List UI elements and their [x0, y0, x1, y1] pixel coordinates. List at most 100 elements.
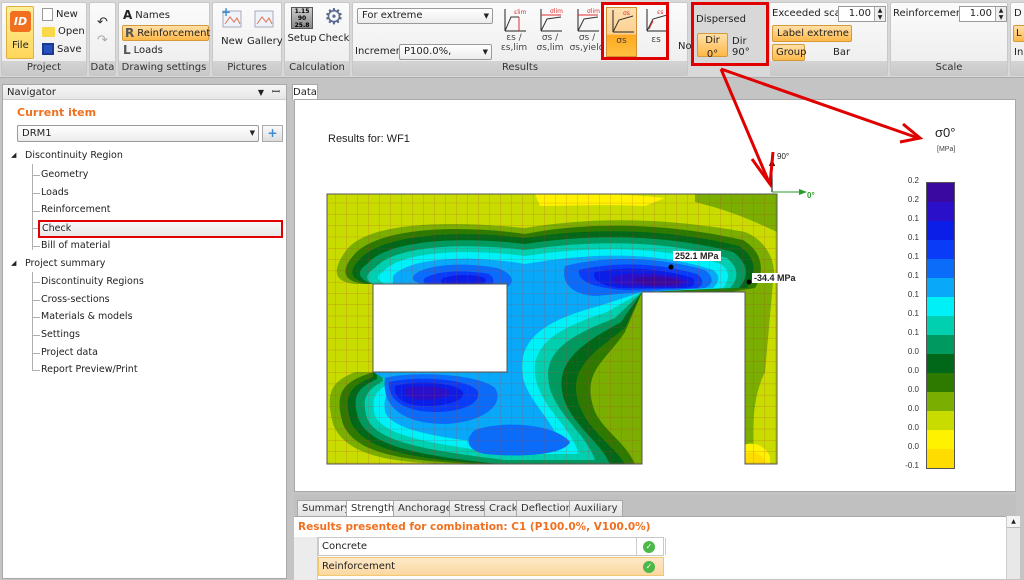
tree-discontinuity-region[interactable]: Discontinuity Region: [25, 150, 123, 161]
tree-item-geometry[interactable]: Geometry: [41, 169, 88, 180]
undo-icon[interactable]: ↶: [97, 15, 108, 30]
tab-label: Crack: [489, 503, 518, 514]
table-row-reinforcement[interactable]: Reinforcement ✓: [318, 557, 664, 576]
tree-project-summary[interactable]: Project summary: [25, 258, 105, 269]
pin-icon[interactable]: ꟷ: [272, 85, 280, 100]
setup-icon: 1.15 90 25.8: [291, 7, 313, 29]
reinforcement-icon: R: [125, 26, 135, 40]
names-icon: A: [123, 8, 133, 22]
clipped-button[interactable]: L: [1013, 25, 1024, 42]
expand-triangle-icon[interactable]: ◢: [11, 259, 16, 267]
setup-button[interactable]: 1.15 90 25.8 Setup: [287, 7, 317, 44]
clipped-bottom-label: In: [1014, 47, 1024, 58]
legend-tick-label: 0.0: [907, 385, 919, 394]
scale-reinforcement-input[interactable]: 1.00 ▲ ▼: [959, 6, 1007, 22]
open-project-button[interactable]: Open: [42, 26, 85, 37]
scroll-up-icon[interactable]: ▲: [1007, 516, 1020, 528]
open-label: Open: [58, 26, 85, 37]
tree-item-settings[interactable]: Settings: [41, 329, 80, 340]
names-toggle[interactable]: A Names: [123, 8, 170, 22]
axis-90-label: 90°: [777, 152, 790, 161]
spinner-arrows-icon[interactable]: ▲ ▼: [995, 7, 1006, 21]
expand-triangle-icon[interactable]: ◢: [11, 151, 16, 159]
tab-auxiliary[interactable]: Auxiliary: [569, 500, 623, 517]
row-label: Concrete: [322, 541, 368, 552]
group-button[interactable]: Group: [772, 44, 806, 61]
label-extreme-label: Label extreme: [777, 28, 849, 39]
highlight-dispersed-box: [691, 2, 769, 66]
ribbon: ID File New Open Save Project ↶ ↷ Data A…: [0, 0, 1024, 78]
label-extreme-button[interactable]: Label extreme: [772, 25, 852, 42]
save-label: Save: [57, 43, 82, 55]
legend-swatch: [927, 335, 954, 354]
table-row-concrete[interactable]: Concrete ✓: [318, 537, 666, 556]
new-picture-button[interactable]: + New: [218, 5, 246, 47]
scale-reinforcement-label: Reinforcement: [893, 8, 967, 19]
results-combination-title: Results presented for combination: C1 (P…: [298, 521, 651, 533]
clipped-group: D L In .: [1010, 2, 1024, 76]
tab-strength[interactable]: Strength: [346, 500, 400, 517]
check-button[interactable]: ⚙ Check: [318, 5, 350, 45]
result-mode-value: For extreme: [362, 10, 423, 21]
bar-button[interactable]: Bar: [833, 47, 850, 58]
svg-text:+: +: [221, 7, 231, 19]
legend-swatch: [927, 259, 954, 278]
legend-tick-label: 0.1: [907, 233, 919, 242]
tree-item-project-data[interactable]: Project data: [41, 347, 98, 358]
project-group-label: Project: [2, 61, 86, 75]
tree-item-check[interactable]: Check: [42, 223, 71, 234]
tab-data[interactable]: Data: [292, 84, 318, 100]
tab-anchorage[interactable]: Anchorage: [393, 500, 457, 517]
dropdown-icon[interactable]: ▼: [258, 85, 264, 100]
check-label: Check: [318, 33, 350, 44]
tab-deflection[interactable]: Deflection: [516, 500, 577, 517]
loads-toggle[interactable]: L Loads: [123, 43, 163, 57]
new-project-button[interactable]: New: [42, 8, 78, 21]
add-item-button[interactable]: +: [262, 125, 283, 142]
strength-tab-content: Results presented for combination: C1 (P…: [294, 516, 1008, 580]
gallery-button[interactable]: Gallery: [247, 7, 283, 47]
result-eps-ratio-button[interactable]: εlim εs / εs,lim: [497, 7, 531, 57]
loads-icon: L: [123, 43, 131, 57]
legend-swatch: [927, 183, 954, 202]
legend-swatch: [927, 411, 954, 430]
gear-icon: ⚙: [324, 5, 344, 30]
save-project-button[interactable]: Save: [42, 43, 82, 55]
tree-item-check-selected[interactable]: Check: [38, 220, 283, 238]
tree-item-loads[interactable]: Loads: [41, 187, 69, 198]
redo-icon[interactable]: ↷: [97, 33, 108, 48]
btn-line2: σs,lim: [536, 43, 564, 53]
spinner-arrows-icon[interactable]: ▲ ▼: [874, 7, 885, 21]
result-sigma-lim-button[interactable]: σlim σs / σs,lim: [533, 7, 567, 57]
drawing-settings-label: Drawing settings: [119, 61, 209, 75]
scale-reinforcement-value: 1.00: [969, 8, 992, 19]
tree-item-report-preview[interactable]: Report Preview/Print: [41, 364, 138, 375]
result-mode-select[interactable]: For extreme ▼: [357, 8, 493, 24]
increment-select[interactable]: P100.0%, V100.0% ▼: [399, 44, 492, 71]
row-label: Reinforcement: [322, 561, 396, 572]
legend-tick-label: 0.0: [907, 442, 919, 451]
tree-item-reinforcement[interactable]: Reinforcement: [41, 204, 110, 215]
stress-contour-plot[interactable]: [325, 192, 780, 465]
legend-swatch: [927, 354, 954, 373]
check-ok-icon: ✓: [643, 541, 655, 553]
results-for-label: Results for: WF1: [328, 133, 410, 145]
vertical-scrollbar[interactable]: ▲: [1006, 516, 1020, 579]
svg-text:εlim: εlim: [514, 9, 527, 16]
exceeded-scale-input[interactable]: 1.00 ▲ ▼: [838, 6, 886, 22]
legend-swatch: [927, 297, 954, 316]
axis-indicator: [769, 158, 807, 195]
tree-item-cross-sections[interactable]: Cross-sections: [41, 294, 110, 305]
tree-item-materials-models[interactable]: Materials & models: [41, 311, 133, 322]
max-stress-label: 252.1 MPa: [673, 251, 721, 261]
results-canvas[interactable]: Results for: WF1 252.1 MPa -34.4 MPa 90°…: [294, 99, 1016, 492]
tab-label: Deflection: [521, 503, 572, 514]
file-button[interactable]: ID File: [6, 6, 34, 59]
tree-item-bill-of-material[interactable]: Bill of material: [41, 240, 110, 251]
svg-text:σlim: σlim: [587, 8, 600, 15]
reinforcement-toggle[interactable]: R Reinforcement: [122, 25, 210, 41]
current-item-select[interactable]: DRM1 ▼: [17, 125, 259, 142]
tree-item-discontinuity-regions[interactable]: Discontinuity Regions: [41, 276, 144, 287]
arrow-right-icon: [799, 189, 807, 195]
legend-tick-label: 0.1: [907, 271, 919, 280]
